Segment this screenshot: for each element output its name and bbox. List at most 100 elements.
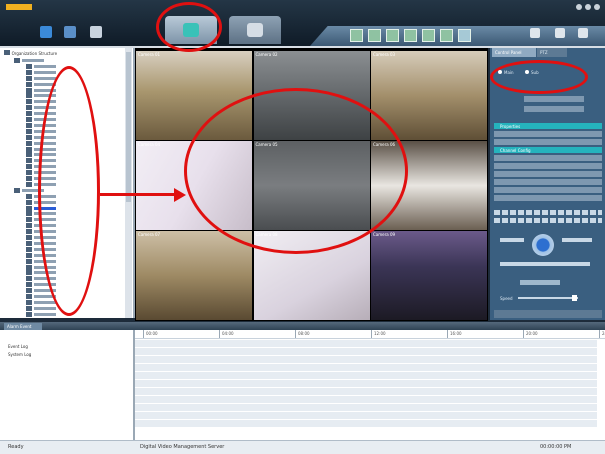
camera-icon	[26, 193, 32, 199]
system-log-item[interactable]: System Log	[8, 352, 31, 357]
camera-icon	[26, 240, 32, 246]
timeline-track[interactable]	[135, 380, 597, 388]
event-panel: Alarm Event Event Log System Log 00:00 04…	[0, 322, 605, 440]
properties-header: Properties	[494, 123, 602, 129]
video-cell[interactable]: Camera 09	[371, 231, 487, 320]
video-cell-label: Camera 05	[255, 142, 278, 147]
timeline-track[interactable]	[135, 348, 597, 356]
ruler-tick	[143, 330, 144, 338]
channel-field[interactable]	[524, 106, 584, 112]
annotation-arrow-line	[100, 193, 176, 196]
record-icon[interactable]	[555, 28, 565, 38]
event-timeline: 00:0004:0008:0012:0016:0020:0024:00	[135, 330, 605, 440]
camera-icon	[26, 288, 32, 294]
camera-icon	[26, 176, 32, 181]
playback-icon[interactable]	[90, 26, 102, 38]
config-row	[494, 155, 602, 161]
zoom-control[interactable]	[500, 238, 524, 242]
property-row	[494, 131, 602, 137]
device-icon[interactable]	[40, 26, 52, 38]
layout-1x1-button[interactable]	[350, 29, 363, 42]
iris-control[interactable]	[500, 262, 590, 266]
camera-icon	[26, 199, 32, 205]
ptz-direction-pad[interactable]	[532, 234, 554, 256]
camera-icon	[26, 140, 32, 146]
tree-scrollbar[interactable]	[125, 48, 132, 318]
capture-icon[interactable]	[530, 28, 540, 38]
tree-node[interactable]	[26, 311, 56, 318]
layout-3x3-button[interactable]	[386, 29, 399, 42]
fullscreen-icon[interactable]	[578, 28, 588, 38]
video-cell[interactable]: Camera 04	[136, 141, 252, 230]
video-cell[interactable]: Camera 02	[253, 51, 370, 140]
tree-root[interactable]: Organization Structure	[4, 50, 94, 56]
video-cell-label: Camera 06	[373, 142, 396, 147]
scroll-thumb[interactable]	[126, 52, 131, 202]
ruler-tick	[295, 330, 296, 338]
device-field[interactable]	[524, 96, 584, 102]
main-stream-radio[interactable]	[498, 70, 502, 74]
timeline-track[interactable]	[135, 396, 597, 404]
camera-icon	[26, 122, 32, 128]
timeline-track[interactable]	[135, 340, 597, 348]
video-cell[interactable]: Camera 07	[136, 231, 252, 320]
camera-icon	[26, 87, 32, 93]
log-tree: Event Log System Log	[0, 330, 135, 440]
timeline-track[interactable]	[135, 404, 597, 412]
video-cell[interactable]: Camera 08	[253, 231, 370, 320]
close-icon[interactable]	[594, 4, 600, 10]
panel-footer-tabs[interactable]	[494, 310, 602, 318]
camera-icon	[26, 299, 32, 305]
ptz-preset-row[interactable]	[494, 218, 602, 223]
minimize-icon[interactable]	[576, 4, 582, 10]
camera-icon	[26, 305, 32, 311]
timeline-track[interactable]	[135, 372, 597, 380]
video-cell[interactable]: Camera 06	[371, 141, 487, 230]
focus-control[interactable]	[562, 238, 592, 242]
status-text: Ready	[8, 444, 24, 450]
maximize-icon[interactable]	[585, 4, 591, 10]
preset-control[interactable]	[520, 280, 560, 285]
title-toolbar	[0, 0, 605, 46]
layout-5x5-button[interactable]	[422, 29, 435, 42]
time-ruler: 00:0004:0008:0012:0016:0020:0024:00	[135, 330, 605, 339]
camera-icon	[26, 146, 32, 152]
layout-4x4-button[interactable]	[404, 29, 417, 42]
speed-slider[interactable]	[518, 297, 578, 299]
video-cell[interactable]: Camera 05	[253, 141, 370, 230]
speed-slider-thumb[interactable]	[572, 295, 577, 301]
camera-icon	[26, 270, 32, 276]
sub-stream-radio[interactable]	[525, 70, 529, 74]
layout-6x6-button[interactable]	[440, 29, 453, 42]
camera-icon	[26, 128, 32, 134]
timeline-track[interactable]	[135, 356, 597, 364]
tab-alarm-event[interactable]: Alarm Event	[4, 323, 42, 330]
timeline-track[interactable]	[135, 412, 597, 420]
event-log-item[interactable]: Event Log	[8, 344, 28, 349]
tab-control[interactable]: Control Panel	[492, 48, 536, 57]
property-row	[494, 139, 602, 145]
timeline-track[interactable]	[135, 388, 597, 396]
camera-icon	[26, 258, 32, 264]
tab-preview[interactable]	[165, 16, 217, 44]
config-icon[interactable]	[64, 26, 76, 38]
camera-icon	[26, 134, 32, 140]
tab-playback[interactable]	[229, 16, 281, 44]
layout-2x2-button[interactable]	[368, 29, 381, 42]
control-panel: Control Panel PTZ Main Sub Properties Ch…	[490, 48, 605, 320]
timeline-track[interactable]	[135, 420, 597, 428]
ruler-tick	[523, 330, 524, 338]
camera-icon	[26, 311, 32, 317]
camera-icon	[26, 75, 32, 81]
video-cell-label: Camera 08	[255, 232, 278, 237]
video-cell[interactable]: Camera 03	[371, 51, 487, 140]
video-cell[interactable]: Camera 01	[136, 51, 252, 140]
camera-icon	[26, 117, 32, 122]
ptz-preset-row[interactable]	[494, 210, 602, 215]
camera-icon	[26, 223, 32, 229]
layout-custom-button[interactable]	[458, 29, 471, 42]
timeline-track[interactable]	[135, 364, 597, 372]
ruler-tick	[371, 330, 372, 338]
camera-icon	[26, 235, 32, 240]
tab-ptz[interactable]: PTZ	[537, 48, 567, 57]
